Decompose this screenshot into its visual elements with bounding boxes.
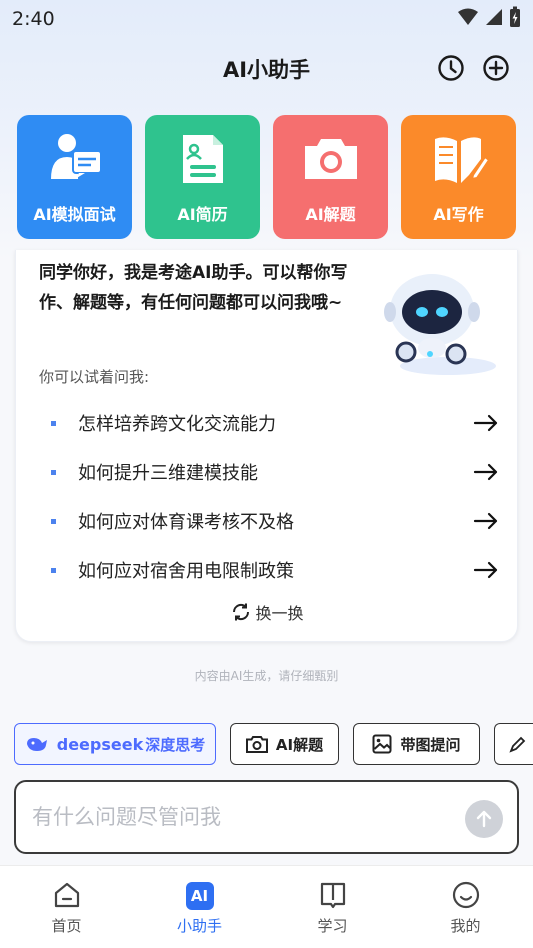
ai-solve-chip[interactable]: AI解题 bbox=[230, 723, 339, 765]
greeting-text: 同学你好，我是考途AI助手。可以帮你写作、解题等，有任何问题都可以问我哦~ bbox=[39, 263, 348, 313]
smile-icon bbox=[452, 881, 479, 909]
image-question-chip[interactable]: 带图提问 bbox=[353, 723, 480, 765]
interview-icon bbox=[50, 134, 102, 179]
arrow-right-icon bbox=[473, 414, 498, 432]
suggestion-text: 如何提升三维建模技能 bbox=[78, 463, 258, 484]
image-icon bbox=[372, 734, 392, 754]
suggestion-text: 如何应对体育课考核不及格 bbox=[78, 512, 294, 533]
refresh-button[interactable]: 换一换 bbox=[16, 600, 519, 624]
tab-profile[interactable]: 我的 bbox=[399, 880, 532, 940]
writing-chip[interactable] bbox=[494, 723, 533, 765]
ai-assistant-icon: AI bbox=[185, 882, 214, 910]
suggestion-text: 怎样培养跨文化交流能力 bbox=[78, 414, 276, 435]
wifi-icon bbox=[458, 8, 478, 25]
home-icon bbox=[54, 882, 79, 908]
tile-ai-solve[interactable]: AI解题 bbox=[273, 115, 388, 239]
battery-icon bbox=[510, 6, 520, 27]
assistant-card: 同学你好，我是考途AI助手。可以帮你写作、解题等，有任何问题都可以问我哦~ 你可… bbox=[15, 250, 518, 642]
arrow-right-icon bbox=[473, 463, 498, 481]
status-bar: 2:40 bbox=[0, 0, 533, 36]
bullet bbox=[51, 420, 56, 426]
bullet bbox=[51, 469, 56, 475]
chip-label: 带图提问 bbox=[400, 735, 461, 754]
robot-mascot-icon bbox=[384, 274, 496, 375]
deepseek-deep-think-toggle[interactable]: deepseek 深度思考 bbox=[14, 723, 216, 765]
pen-icon bbox=[509, 736, 526, 753]
tab-assistant[interactable]: AI 小助手 bbox=[133, 880, 266, 940]
tile-label: AI解题 bbox=[305, 205, 356, 224]
suggestion-item[interactable]: 如何应对体育课考核不及格 bbox=[39, 501, 499, 541]
tab-study[interactable]: 学习 bbox=[266, 880, 399, 940]
tile-label: AI模拟面试 bbox=[33, 205, 116, 224]
camera-outline-icon bbox=[245, 736, 268, 753]
camera-icon bbox=[304, 139, 357, 179]
suggestion-item[interactable]: 如何提升三维建模技能 bbox=[39, 452, 499, 492]
tile-ai-writing[interactable]: AI写作 bbox=[401, 115, 516, 239]
ai-disclaimer: 内容由AI生成，请仔细甄别 bbox=[194, 669, 339, 683]
book-icon bbox=[320, 882, 345, 909]
tile-ai-resume[interactable]: AI简历 bbox=[145, 115, 260, 239]
suggestion-item[interactable]: 怎样培养跨文化交流能力 bbox=[39, 403, 499, 443]
chat-input[interactable] bbox=[32, 800, 452, 834]
chip-label: AI解题 bbox=[275, 735, 324, 754]
ai-icon-text: AI bbox=[190, 887, 209, 905]
book-pen-icon bbox=[434, 137, 489, 183]
hint-text: 你可以试着问我: bbox=[39, 368, 150, 386]
arrow-right-icon bbox=[473, 561, 498, 579]
tab-home[interactable]: 首页 bbox=[0, 880, 133, 940]
send-button[interactable] bbox=[465, 800, 503, 838]
tile-ai-mock-interview[interactable]: AI模拟面试 bbox=[17, 115, 132, 239]
tab-label: 我的 bbox=[450, 917, 481, 935]
tab-label: 学习 bbox=[317, 917, 348, 935]
tile-label: AI简历 bbox=[177, 205, 228, 224]
signal-icon bbox=[486, 9, 502, 25]
arrow-up-icon bbox=[476, 810, 492, 828]
tab-label: 首页 bbox=[51, 917, 82, 935]
deepseek-whale-icon bbox=[26, 738, 47, 751]
refresh-label: 换一换 bbox=[255, 604, 304, 623]
new-chat-icon[interactable] bbox=[482, 54, 510, 82]
suggestion-text: 如何应对宿舍用电限制政策 bbox=[78, 561, 294, 582]
tab-label: 小助手 bbox=[176, 917, 222, 935]
tile-label: AI写作 bbox=[433, 205, 484, 224]
refresh-icon bbox=[233, 603, 250, 621]
bullet bbox=[51, 567, 56, 573]
chat-input-box[interactable] bbox=[14, 780, 519, 854]
bullet bbox=[51, 518, 56, 524]
suggestion-item[interactable]: 如何应对宿舍用电限制政策 bbox=[39, 550, 499, 590]
deepseek-brand: deepseek bbox=[56, 734, 144, 754]
arrow-right-icon bbox=[473, 512, 498, 530]
bottom-tab-bar: 首页 AI 小助手 学习 我的 bbox=[0, 865, 533, 948]
status-icons bbox=[457, 6, 521, 28]
resume-icon bbox=[182, 135, 223, 183]
history-icon[interactable] bbox=[437, 54, 465, 82]
status-time: 2:40 bbox=[12, 8, 55, 30]
deepseek-label: 深度思考 bbox=[145, 735, 206, 754]
